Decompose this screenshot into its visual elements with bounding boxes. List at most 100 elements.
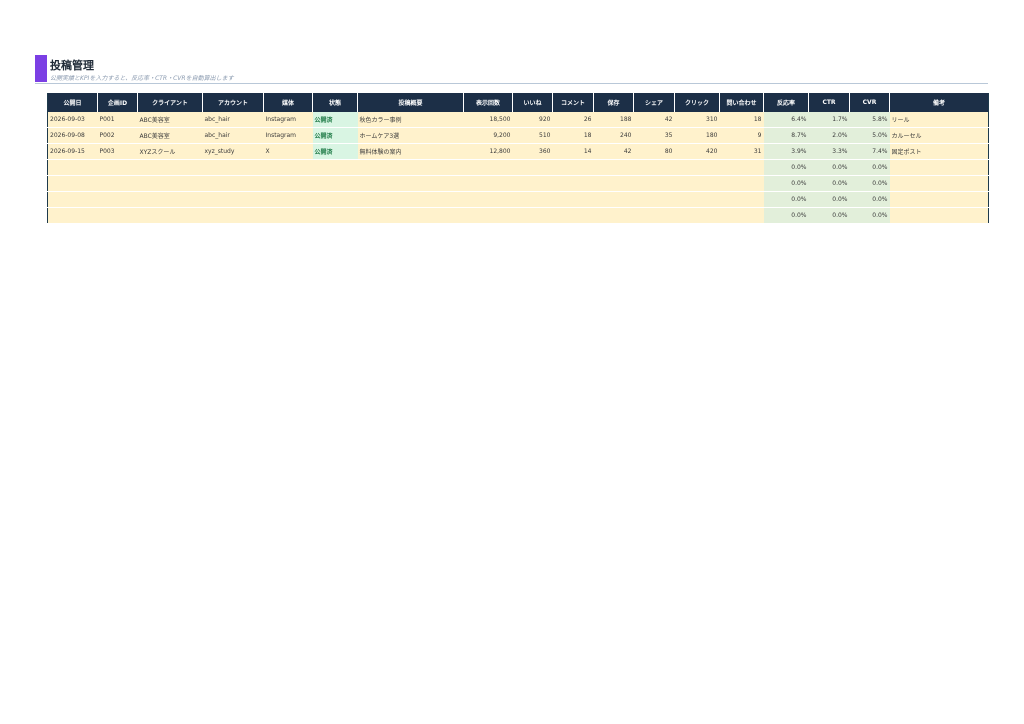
column-header[interactable]: 反応率 [763,93,809,112]
table-cell[interactable]: XYZスクール [137,143,203,160]
table-cell[interactable]: P002 [97,127,138,144]
column-header[interactable]: 保存 [593,93,634,112]
table-cell[interactable]: 18 [552,127,594,144]
kpi-cell: 0.0% [849,175,890,192]
note-cell[interactable] [889,175,989,192]
table-cell[interactable]: 2026-09-08 [47,127,98,144]
table-cell[interactable]: 240 [593,127,634,144]
table-cell[interactable]: 42 [633,112,675,128]
column-header[interactable]: いいね [512,93,553,112]
table-header-row: 公開日 企画ID クライアント アカウント 媒体 状態 投稿概要 表示回数 いいね コメント 保存シ… [47,93,989,112]
table-cell[interactable]: ABC美容室 [137,112,203,128]
column-header[interactable]: 備考 [889,93,989,112]
kpi-cell: 0.0% [763,191,809,208]
column-header[interactable]: 表示回数 [463,93,513,112]
table-cell[interactable]: 420 [674,143,720,160]
table-cell[interactable]: 2026-09-03 [47,112,98,128]
table-cell[interactable]: 14 [552,143,594,160]
table-cell[interactable]: 12,800 [463,143,513,160]
column-header[interactable]: シェア [633,93,675,112]
status-badge[interactable]: 公開済 [312,112,358,128]
table-cell[interactable]: 9,200 [463,127,513,144]
table-cell[interactable]: 18,500 [463,112,513,128]
table-cell[interactable]: 31 [719,143,764,160]
table-cell[interactable]: 35 [633,127,675,144]
table-cell[interactable]: 5.0% [849,127,890,144]
kpi-cell: 0.0% [849,207,890,224]
table-row-empty[interactable]: 0.0% 0.0% 0.0% [47,175,989,192]
table-cell[interactable]: 1.7% [808,112,850,128]
table-cell[interactable]: 固定ポスト [889,143,989,160]
table-row-empty[interactable]: 0.0% 0.0% 0.0% [47,159,989,176]
table-cell[interactable]: 3.9% [763,143,809,160]
empty-input-cells[interactable] [47,159,764,176]
table-cell[interactable]: 2.0% [808,127,850,144]
table-cell[interactable]: X [263,143,313,160]
table-cell[interactable]: カルーセル [889,127,989,144]
column-header[interactable]: クライアント [137,93,203,112]
column-header[interactable]: 状態 [312,93,358,112]
table-cell[interactable]: 920 [512,112,553,128]
table-row[interactable]: 2026-09-08 P002 ABC美容室 abc_hair Instagram 公開済… [47,127,989,144]
title-accent-bar [35,55,47,82]
page-subtitle: 公開実績とKPIを入力すると、反応率・CTR・CVRを自動算出します [50,75,234,82]
table-cell[interactable]: 310 [674,112,720,128]
table-cell[interactable]: Instagram [263,127,313,144]
table-cell[interactable]: 8.7% [763,127,809,144]
table-cell[interactable]: 42 [593,143,634,160]
kpi-cell: 0.0% [763,207,809,224]
table-cell[interactable]: P003 [97,143,138,160]
status-badge[interactable]: 公開済 [312,127,358,144]
kpi-cell: 0.0% [763,175,809,192]
note-cell[interactable] [889,159,989,176]
table-cell[interactable]: 5.8% [849,112,890,128]
table-cell[interactable]: 180 [674,127,720,144]
table-cell[interactable]: 510 [512,127,553,144]
empty-input-cells[interactable] [47,175,764,192]
table-cell[interactable]: 2026-09-15 [47,143,98,160]
column-header[interactable]: クリック [674,93,720,112]
empty-input-cells[interactable] [47,191,764,208]
table-cell[interactable]: 360 [512,143,553,160]
column-header[interactable]: CTR [808,93,850,112]
note-cell[interactable] [889,207,989,224]
column-header[interactable]: 投稿概要 [357,93,464,112]
table-cell[interactable]: 6.4% [763,112,809,128]
table-cell[interactable]: P001 [97,112,138,128]
table-cell[interactable]: abc_hair [202,127,264,144]
column-header[interactable]: コメント [552,93,594,112]
column-header[interactable]: 公開日 [47,93,98,112]
table-row-empty[interactable]: 0.0% 0.0% 0.0% [47,207,989,224]
table-cell[interactable]: 秋色カラー事例 [357,112,464,128]
column-header[interactable]: アカウント [202,93,264,112]
table-cell[interactable]: 26 [552,112,594,128]
table-cell[interactable]: ホームケア3選 [357,127,464,144]
table-row[interactable]: 2026-09-03 P001 ABC美容室 abc_hair Instagram 公開済… [47,112,989,128]
column-header[interactable]: 問い合わせ [719,93,764,112]
kpi-cell: 0.0% [808,159,850,176]
title-block: 投稿管理 公開実績とKPIを入力すると、反応率・CTR・CVRを自動算出します [35,55,988,84]
table-cell[interactable]: 188 [593,112,634,128]
table-cell[interactable]: abc_hair [202,112,264,128]
kpi-cell: 0.0% [763,159,809,176]
table-cell[interactable]: リール [889,112,989,128]
kpi-cell: 0.0% [849,191,890,208]
table-cell[interactable]: 80 [633,143,675,160]
status-badge[interactable]: 公開済 [312,143,358,160]
empty-input-cells[interactable] [47,207,764,224]
note-cell[interactable] [889,191,989,208]
table-cell[interactable]: 無料体験の案内 [357,143,464,160]
page-title: 投稿管理 [50,59,94,72]
table-cell[interactable]: Instagram [263,112,313,128]
table-cell[interactable]: 7.4% [849,143,890,160]
table-cell[interactable]: ABC美容室 [137,127,203,144]
table-cell[interactable]: 9 [719,127,764,144]
column-header[interactable]: CVR [849,93,890,112]
table-cell[interactable]: 3.3% [808,143,850,160]
table-cell[interactable]: xyz_study [202,143,264,160]
column-header[interactable]: 媒体 [263,93,313,112]
table-cell[interactable]: 18 [719,112,764,128]
table-row[interactable]: 2026-09-15 P003 XYZスクール xyz_study X 公開済 無料体験の案… [47,143,989,160]
table-row-empty[interactable]: 0.0% 0.0% 0.0% [47,191,989,208]
column-header[interactable]: 企画ID [97,93,138,112]
